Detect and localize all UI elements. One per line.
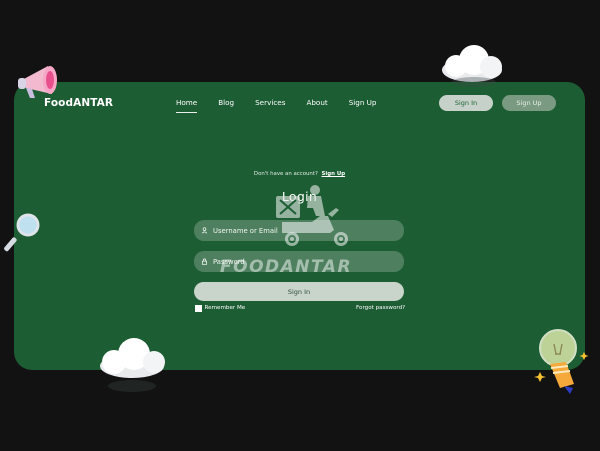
nav-about[interactable]: About [306,98,327,107]
login-title: Login [281,189,318,204]
remember-me-label: Remember Me [204,305,246,312]
password-input[interactable] [213,257,393,266]
main-nav: Home Blog Services About Sign Up [176,98,398,113]
nav-blog[interactable]: Blog [218,98,234,107]
remember-me[interactable]: Remember Me [195,305,245,312]
username-input[interactable] [213,226,393,235]
lock-icon [201,258,208,265]
cloud-icon [442,45,502,87]
cloud-icon [100,338,165,392]
lightbulb-icon [534,329,589,394]
no-account-prompt: Don't have an account? Sign Up [14,171,585,177]
header-sign-up-button[interactable]: Sign Up [502,95,556,111]
password-field[interactable] [194,251,404,272]
nav-home[interactable]: Home [176,98,198,113]
username-field[interactable] [194,220,404,241]
nav-sign-up[interactable]: Sign Up [349,98,377,107]
remember-me-checkbox[interactable] [195,305,202,312]
sign-in-submit-button[interactable]: Sign In [194,282,404,301]
magnifier-icon [4,213,40,252]
forgot-password-link[interactable]: Forgot password? [356,305,405,311]
no-account-text: Don't have an account? [253,171,318,177]
nav-services[interactable]: Services [255,98,285,107]
user-icon [201,227,208,234]
header-sign-in-button[interactable]: Sign In [439,95,493,111]
sign-up-link[interactable]: Sign Up [322,171,346,177]
main-card: FoodANTAR Home Blog Services About Sign … [14,82,585,370]
megaphone-icon [18,66,57,98]
